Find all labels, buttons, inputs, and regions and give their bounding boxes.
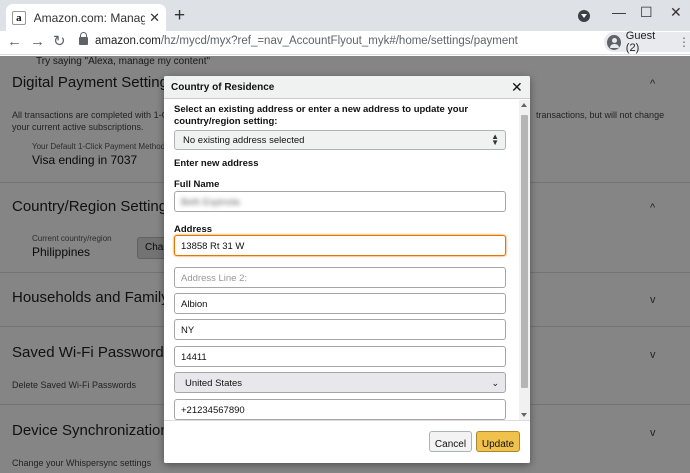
- dialog-title: Country of Residence: [171, 82, 275, 93]
- country-select[interactable]: United States ⌄: [174, 372, 506, 393]
- select-arrows-icon: ▲ ▼: [491, 132, 499, 147]
- address-bar[interactable]: amazon.com/hz/mycd/myx?ref_=nav_AccountF…: [95, 35, 518, 47]
- full-name-input[interactable]: Beth Espinola: [174, 191, 506, 212]
- guest-avatar-icon: [607, 34, 621, 50]
- scroll-up-icon[interactable]: [521, 103, 527, 107]
- chevron-down-icon: ⌄: [491, 378, 499, 388]
- full-name-value: Beth Espinola: [181, 197, 240, 208]
- dialog-body: Select an existing address or enter a ne…: [164, 100, 522, 420]
- existing-address-select[interactable]: No existing address selected ▲ ▼: [174, 130, 506, 150]
- enter-new-address-heading: Enter new address: [174, 158, 259, 169]
- maximize-button[interactable]: ☐: [640, 4, 653, 21]
- scrollbar-thumb[interactable]: [521, 115, 528, 388]
- reload-button[interactable]: ↻: [53, 33, 66, 51]
- dialog-footer: Cancel Update: [164, 420, 530, 463]
- phone-input[interactable]: +21234567890: [174, 399, 506, 420]
- tab-search-icon[interactable]: [578, 10, 590, 22]
- tab-close-icon[interactable]: ✕: [149, 10, 160, 26]
- zip-input[interactable]: 14411: [174, 346, 506, 367]
- cancel-button[interactable]: Cancel: [429, 431, 472, 452]
- address-label: Address: [174, 224, 213, 235]
- state-value: NY: [181, 325, 195, 336]
- scroll-down-icon[interactable]: [521, 413, 527, 417]
- country-value: United States: [185, 378, 243, 389]
- dialog-scrollbar[interactable]: [519, 100, 530, 420]
- existing-address-value: No existing address selected: [183, 135, 305, 146]
- browser-menu-icon[interactable]: ⋮: [678, 35, 690, 49]
- dialog-header: Country of Residence ✕: [164, 76, 530, 99]
- update-button[interactable]: Update: [476, 431, 520, 452]
- browser-toolbar: ← → ↻ amazon.com/hz/mycd/myx?ref_=nav_Ac…: [0, 30, 690, 55]
- address-line2-input[interactable]: Address Line 2:: [174, 267, 506, 288]
- state-input[interactable]: NY: [174, 319, 506, 340]
- address-line1-input[interactable]: 13858 Rt 31 W: [174, 235, 506, 256]
- country-of-residence-dialog: Country of Residence ✕ Select an existin…: [164, 76, 530, 463]
- lock-icon[interactable]: [79, 32, 88, 45]
- profile-button[interactable]: Guest (2) ⋮: [604, 30, 690, 54]
- city-input[interactable]: Albion: [174, 293, 506, 314]
- dialog-instructions: Select an existing address or enter a ne…: [174, 104, 469, 127]
- url-host: amazon.com: [95, 35, 161, 47]
- url-path: /hz/mycd/myx?ref_=nav_AccountFlyout_myk#…: [160, 35, 518, 47]
- forward-button[interactable]: →: [30, 33, 45, 51]
- phone-value: +21234567890: [181, 405, 245, 416]
- browser-tab[interactable]: a Amazon.com: Manage Your Cont ✕: [6, 4, 166, 31]
- city-value: Albion: [181, 299, 208, 310]
- browser-tab-strip: a Amazon.com: Manage Your Cont ✕ + — ☐ ✕: [0, 0, 690, 31]
- full-name-label: Full Name: [174, 179, 220, 190]
- tab-title: Amazon.com: Manage Your Cont: [33, 10, 146, 25]
- back-button[interactable]: ←: [7, 33, 22, 51]
- window-close-button[interactable]: ✕: [670, 4, 682, 21]
- minimize-button[interactable]: —: [612, 4, 626, 20]
- close-icon[interactable]: ✕: [511, 79, 523, 96]
- new-tab-button[interactable]: +: [174, 6, 185, 26]
- zip-value: 14411: [181, 352, 207, 363]
- address-line1-value: 13858 Rt 31 W: [181, 241, 245, 252]
- profile-label: Guest (2): [625, 30, 656, 54]
- address-line2-placeholder: Address Line 2:: [181, 273, 248, 284]
- amazon-favicon-icon: a: [12, 10, 26, 25]
